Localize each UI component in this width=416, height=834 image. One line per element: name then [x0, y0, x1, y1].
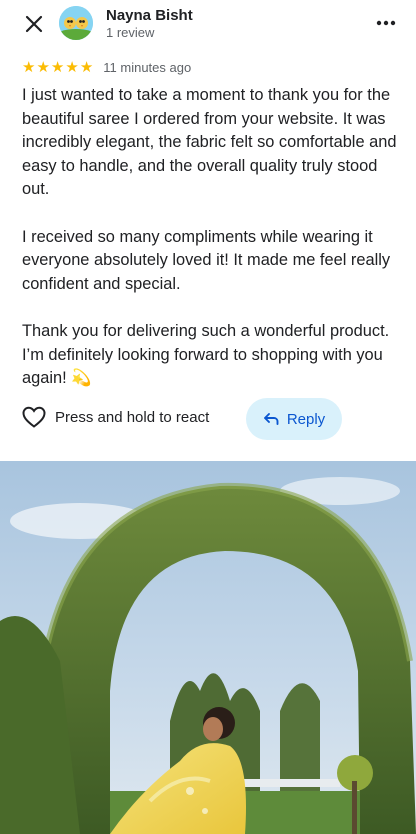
reply-arrow-icon: [263, 413, 279, 425]
more-options-icon: [376, 20, 396, 26]
react-label: Press and hold to react: [55, 408, 210, 426]
react-button[interactable]: Press and hold to react: [22, 406, 209, 428]
review-photo-image: [0, 461, 416, 834]
review-header: Nayna Bisht 1 review: [0, 0, 416, 50]
review-body: I just wanted to take a moment to thank …: [22, 84, 400, 391]
review-paragraph: I just wanted to take a moment to thank …: [22, 86, 397, 199]
review-paragraph: I received so many compliments while wea…: [22, 227, 391, 293]
review-actions: Press and hold to react Reply: [0, 396, 416, 444]
reviewer-name[interactable]: Nayna Bisht: [106, 7, 193, 24]
birds-avatar-icon: [59, 6, 93, 40]
heart-icon: [22, 406, 46, 428]
star-icon: ★: [22, 58, 36, 76]
close-button[interactable]: [22, 12, 46, 36]
reply-label: Reply: [286, 410, 326, 428]
star-icon: ★: [65, 58, 79, 76]
more-options-button[interactable]: [374, 14, 398, 32]
reply-button[interactable]: Reply: [246, 398, 342, 440]
review-paragraph: Thank you for delivering such a wonderfu…: [22, 321, 390, 388]
star-icon: ★: [36, 58, 50, 76]
close-icon: [25, 15, 43, 33]
star-rating: ★ ★ ★ ★ ★: [22, 60, 93, 75]
review-time: 11 minutes ago: [103, 59, 192, 75]
review-photo[interactable]: [0, 461, 416, 834]
rating-row: ★ ★ ★ ★ ★ 11 minutes ago: [22, 57, 191, 77]
star-icon: ★: [50, 58, 65, 76]
avatar[interactable]: [59, 6, 93, 40]
review-count: 1 review: [106, 25, 155, 40]
star-icon: ★: [79, 58, 94, 76]
